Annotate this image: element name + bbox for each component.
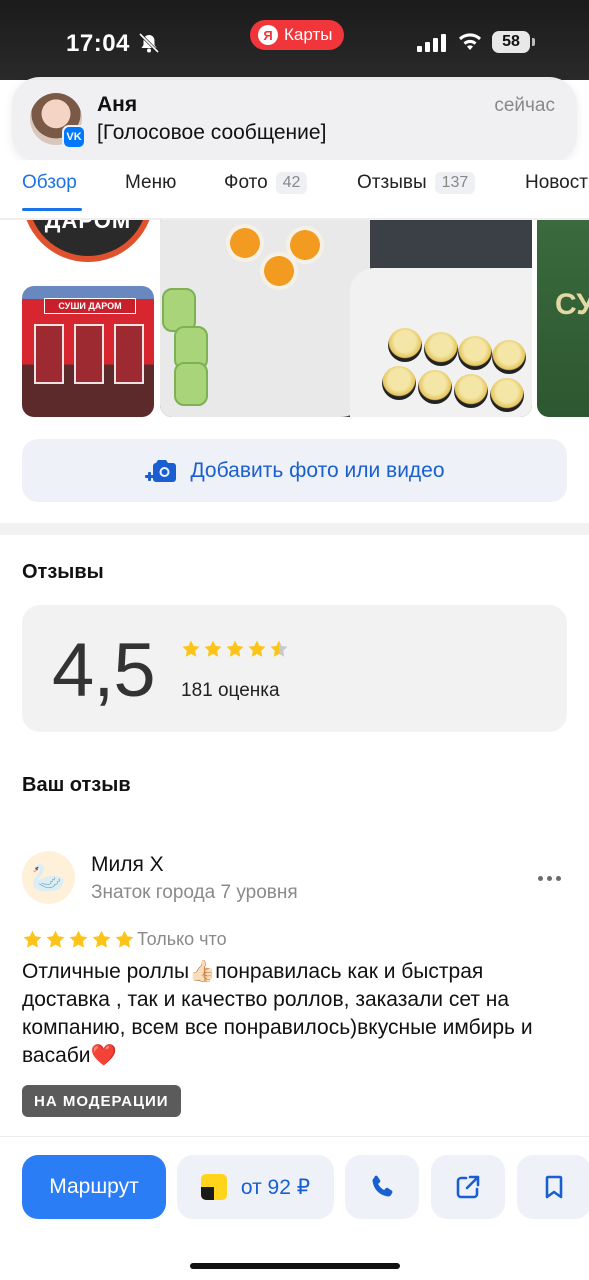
sushi-roll (388, 328, 422, 362)
tab-count-badge: 137 (434, 172, 476, 194)
star-icon (204, 640, 222, 657)
sushi-roll (174, 362, 208, 406)
reviewer-name[interactable]: Миля Х (91, 853, 164, 877)
interior-sign-text: СУ (555, 288, 589, 321)
star-icon (46, 930, 65, 948)
moderation-badge: НА МОДЕРАЦИИ (22, 1085, 181, 1117)
storefront-sign: СУШИ ДАРОМ (44, 298, 136, 314)
restaurant-logo-photo[interactable]: ДАРОМ (22, 220, 154, 262)
sushi-roll (454, 374, 488, 408)
battery-indicator: 58 (492, 31, 535, 53)
sushi-roll (492, 340, 526, 374)
sushi-roll (490, 378, 524, 412)
clock: 17:04 (66, 30, 130, 57)
star-icon (182, 640, 200, 657)
app-pill-label: Карты (284, 25, 333, 44)
bookmark-button[interactable] (517, 1155, 589, 1219)
sushi-roll (424, 332, 458, 366)
storefront-window (114, 324, 144, 384)
bottom-action-bar: Маршрут от 92 ₽ (0, 1136, 589, 1280)
tab-bar: Обзор Меню Фото 42 Отзывы 137 Новости (0, 160, 589, 218)
dot-icon (538, 875, 543, 881)
tab-news[interactable]: Новости (525, 172, 589, 194)
sushi-roll (382, 366, 416, 400)
status-bar: 17:04 Я Карты 58 (0, 0, 589, 80)
interior-photo[interactable]: СУ (537, 220, 589, 417)
add-photo-label: Добавить фото или видео (190, 458, 445, 482)
reviewer-level: Знаток города 7 уровня (91, 882, 298, 903)
tab-label: Обзор (22, 172, 77, 193)
star-icon (92, 930, 111, 948)
sushi-roll (260, 252, 298, 290)
tab-count-badge: 42 (275, 172, 308, 194)
sushi-photo[interactable] (160, 220, 532, 417)
app-return-pill[interactable]: Я Карты (250, 20, 345, 50)
wifi-icon (459, 33, 481, 50)
storefront-window (34, 324, 64, 384)
route-button[interactable]: Маршрут (22, 1155, 166, 1219)
rating-summary-card[interactable]: 4,5 181 оценка (22, 605, 567, 732)
tab-label: Новости (525, 172, 589, 193)
sushi-roll (226, 224, 264, 262)
rating-count: 181 оценка (181, 680, 280, 701)
tab-label: Фото (224, 172, 268, 193)
notification-sender: Аня (97, 93, 138, 116)
star-icon (226, 640, 244, 657)
rating-stars (181, 639, 289, 659)
taxi-button[interactable]: от 92 ₽ (177, 1155, 334, 1219)
notification-banner[interactable]: VK Аня [Голосовое сообщение] сейчас (12, 77, 577, 163)
active-tab-indicator (22, 208, 82, 211)
tab-overview[interactable]: Обзор (22, 172, 77, 194)
sushi-roll (458, 336, 492, 370)
call-button[interactable] (345, 1155, 419, 1219)
dot-icon (556, 875, 561, 881)
share-button[interactable] (431, 1155, 505, 1219)
tab-label: Меню (125, 172, 177, 193)
notification-time: сейчас (494, 95, 555, 116)
review-text: Отличные роллы👍🏻понравилась как и быстра… (22, 960, 533, 1067)
star-icon (270, 640, 288, 657)
storefront-photo[interactable]: СУШИ ДАРОМ (22, 286, 154, 417)
vk-app-icon: VK (62, 125, 86, 149)
review-date: Только что (137, 929, 227, 949)
bookmark-icon (545, 1175, 563, 1199)
photo-gallery[interactable]: ДАРОМ СУШИ ДАРОМ СУ (0, 220, 589, 420)
notification-message: [Голосовое сообщение] (97, 121, 327, 144)
dot-icon (547, 875, 552, 881)
tab-reviews[interactable]: Отзывы 137 (357, 172, 476, 194)
more-options-button[interactable] (538, 868, 564, 888)
tab-photos[interactable]: Фото 42 (224, 172, 308, 194)
star-icon (115, 930, 134, 948)
camera-plus-icon (145, 459, 177, 482)
star-icon (69, 930, 88, 948)
star-icon (248, 640, 266, 657)
your-review-title: Ваш отзыв (22, 774, 131, 796)
logo-text: ДАРОМ (44, 220, 132, 233)
yandex-logo-icon: Я (258, 25, 278, 45)
bell-slash-icon (138, 33, 160, 53)
rating-value: 4,5 (52, 628, 156, 713)
avatar[interactable]: 🦢 (22, 851, 75, 904)
taxi-icon (200, 1174, 227, 1200)
star-icon (23, 930, 42, 948)
taxi-price-label: от 92 ₽ (240, 1175, 311, 1199)
sushi-roll (418, 370, 452, 404)
tab-menu[interactable]: Меню (125, 172, 176, 194)
home-indicator[interactable] (190, 1263, 400, 1269)
reviews-section-title: Отзывы (22, 561, 104, 583)
share-icon (456, 1175, 480, 1199)
phone-icon (372, 1175, 393, 1197)
section-divider (0, 523, 589, 535)
review-stars (22, 929, 135, 950)
storefront-window (74, 324, 104, 384)
add-photo-button[interactable]: Добавить фото или видео (22, 439, 567, 502)
cellular-signal-icon (417, 34, 446, 52)
tab-label: Отзывы (357, 172, 427, 193)
